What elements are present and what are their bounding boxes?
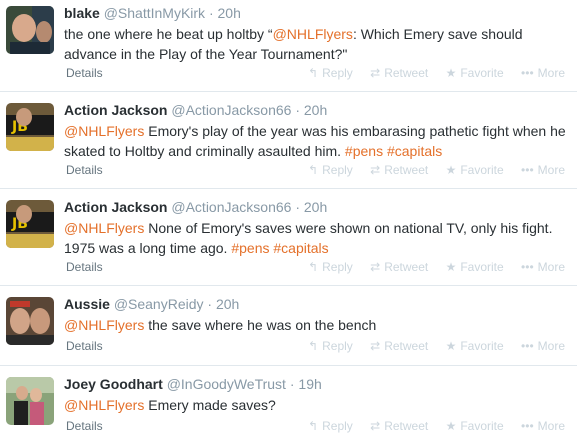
favorite-button[interactable]: ★ Favorite <box>446 163 504 177</box>
retweet-button[interactable]: ⇄ Retweet <box>370 419 428 433</box>
avatar[interactable]: JB <box>6 103 54 151</box>
retweet-button[interactable]: ⇄ Retweet <box>370 163 428 177</box>
display-name[interactable]: Joey Goodhart <box>64 376 163 392</box>
avatar[interactable] <box>6 6 54 54</box>
more-dots-icon: ••• <box>521 260 534 274</box>
screen-name[interactable]: @ShattInMyKirk <box>104 5 205 21</box>
avatar[interactable] <box>6 377 54 425</box>
timestamp[interactable]: 20h <box>218 5 241 21</box>
details-link[interactable]: Details <box>66 419 103 433</box>
more-dots-icon: ••• <box>521 339 534 353</box>
retweet-icon: ⇄ <box>370 66 381 80</box>
timestamp[interactable]: 19h <box>298 376 321 392</box>
timestamp[interactable]: 20h <box>304 199 327 215</box>
star-icon: ★ <box>445 66 457 80</box>
favorite-button[interactable]: ★ Favorite <box>446 260 504 274</box>
retweet-button[interactable]: ⇄ Retweet <box>370 66 428 80</box>
hashtag-link[interactable]: #capitals <box>387 143 442 159</box>
retweet-icon: ⇄ <box>370 163 381 177</box>
tweet-text-segment: the save where he was on the bench <box>144 317 377 333</box>
reply-icon: ↰ <box>308 66 319 80</box>
more-button[interactable]: ••• More <box>521 163 565 177</box>
separator-dot: · <box>208 5 214 21</box>
favorite-button[interactable]: ★ Favorite <box>446 339 504 353</box>
retweet-icon: ⇄ <box>370 339 381 353</box>
retweet-icon: ⇄ <box>370 419 381 433</box>
avatar[interactable] <box>6 297 54 345</box>
separator-dot: · <box>295 102 300 118</box>
mention-link[interactable]: @NHLFlyers <box>273 26 353 42</box>
retweet-button[interactable]: ⇄ Retweet <box>370 339 428 353</box>
divider <box>0 188 577 189</box>
details-link[interactable]: Details <box>66 260 103 274</box>
hashtag-link[interactable]: #pens <box>345 143 383 159</box>
tweet-text-segment: the one where he beat up holtby “ <box>64 26 273 42</box>
more-dots-icon: ••• <box>521 163 534 177</box>
more-dots-icon: ••• <box>521 419 534 433</box>
divider <box>0 365 577 366</box>
tweet-text-segment: Emery made saves? <box>144 397 276 413</box>
screen-name[interactable]: @InGoodyWeTrust <box>167 376 286 392</box>
separator-dot: · <box>295 199 300 215</box>
reply-icon: ↰ <box>308 419 319 433</box>
star-icon: ★ <box>445 260 457 274</box>
star-icon: ★ <box>445 339 457 353</box>
screen-name[interactable]: @ActionJackson66 <box>171 199 291 215</box>
display-name[interactable]: Action Jackson <box>64 199 167 215</box>
reply-button[interactable]: ↰ Reply <box>308 419 353 433</box>
divider <box>0 91 577 92</box>
separator-dot: · <box>289 376 295 392</box>
more-button[interactable]: ••• More <box>521 339 565 353</box>
avatar[interactable]: JB <box>6 200 54 248</box>
favorite-button[interactable]: ★ Favorite <box>446 419 504 433</box>
hashtag-link[interactable]: #pens <box>231 240 269 256</box>
screen-name[interactable]: @SeanyReidy <box>114 296 204 312</box>
more-button[interactable]: ••• More <box>521 419 565 433</box>
more-dots-icon: ••• <box>521 66 534 80</box>
details-link[interactable]: Details <box>66 66 103 80</box>
details-link[interactable]: Details <box>66 339 103 353</box>
separator-dot: · <box>207 296 213 312</box>
reply-button[interactable]: ↰ Reply <box>308 163 353 177</box>
star-icon: ★ <box>445 419 457 433</box>
mention-link[interactable]: @NHLFlyers <box>64 220 144 236</box>
tweet-text: @NHLFlyers Emery made saves? <box>64 395 571 415</box>
tweet-text: the one where he beat up holtby “@NHLFly… <box>64 24 571 64</box>
reply-icon: ↰ <box>308 163 319 177</box>
timestamp[interactable]: 20h <box>216 296 239 312</box>
reply-icon: ↰ <box>308 260 319 274</box>
details-link[interactable]: Details <box>66 163 103 177</box>
mention-link[interactable]: @NHLFlyers <box>64 123 144 139</box>
display-name[interactable]: Aussie <box>64 296 110 312</box>
divider <box>0 285 577 286</box>
display-name[interactable]: Action Jackson <box>64 102 167 118</box>
reply-icon: ↰ <box>308 339 319 353</box>
hashtag-link[interactable]: #capitals <box>273 240 328 256</box>
star-icon: ★ <box>445 163 457 177</box>
favorite-button[interactable]: ★ Favorite <box>446 66 504 80</box>
tweet-text: @NHLFlyers Emory's play of the year was … <box>64 121 571 161</box>
screen-name[interactable]: @ActionJackson66 <box>171 102 291 118</box>
tweet-text: @NHLFlyers the save where he was on the … <box>64 315 571 335</box>
retweet-button[interactable]: ⇄ Retweet <box>370 260 428 274</box>
timestamp[interactable]: 20h <box>304 102 327 118</box>
mention-link[interactable]: @NHLFlyers <box>64 397 144 413</box>
more-button[interactable]: ••• More <box>521 66 565 80</box>
mention-link[interactable]: @NHLFlyers <box>64 317 144 333</box>
display-name[interactable]: blake <box>64 5 100 21</box>
reply-button[interactable]: ↰ Reply <box>308 339 353 353</box>
tweet-text: @NHLFlyers None of Emory's saves were sh… <box>64 218 571 258</box>
more-button[interactable]: ••• More <box>521 260 565 274</box>
retweet-icon: ⇄ <box>370 260 381 274</box>
reply-button[interactable]: ↰ Reply <box>308 66 353 80</box>
reply-button[interactable]: ↰ Reply <box>308 260 353 274</box>
